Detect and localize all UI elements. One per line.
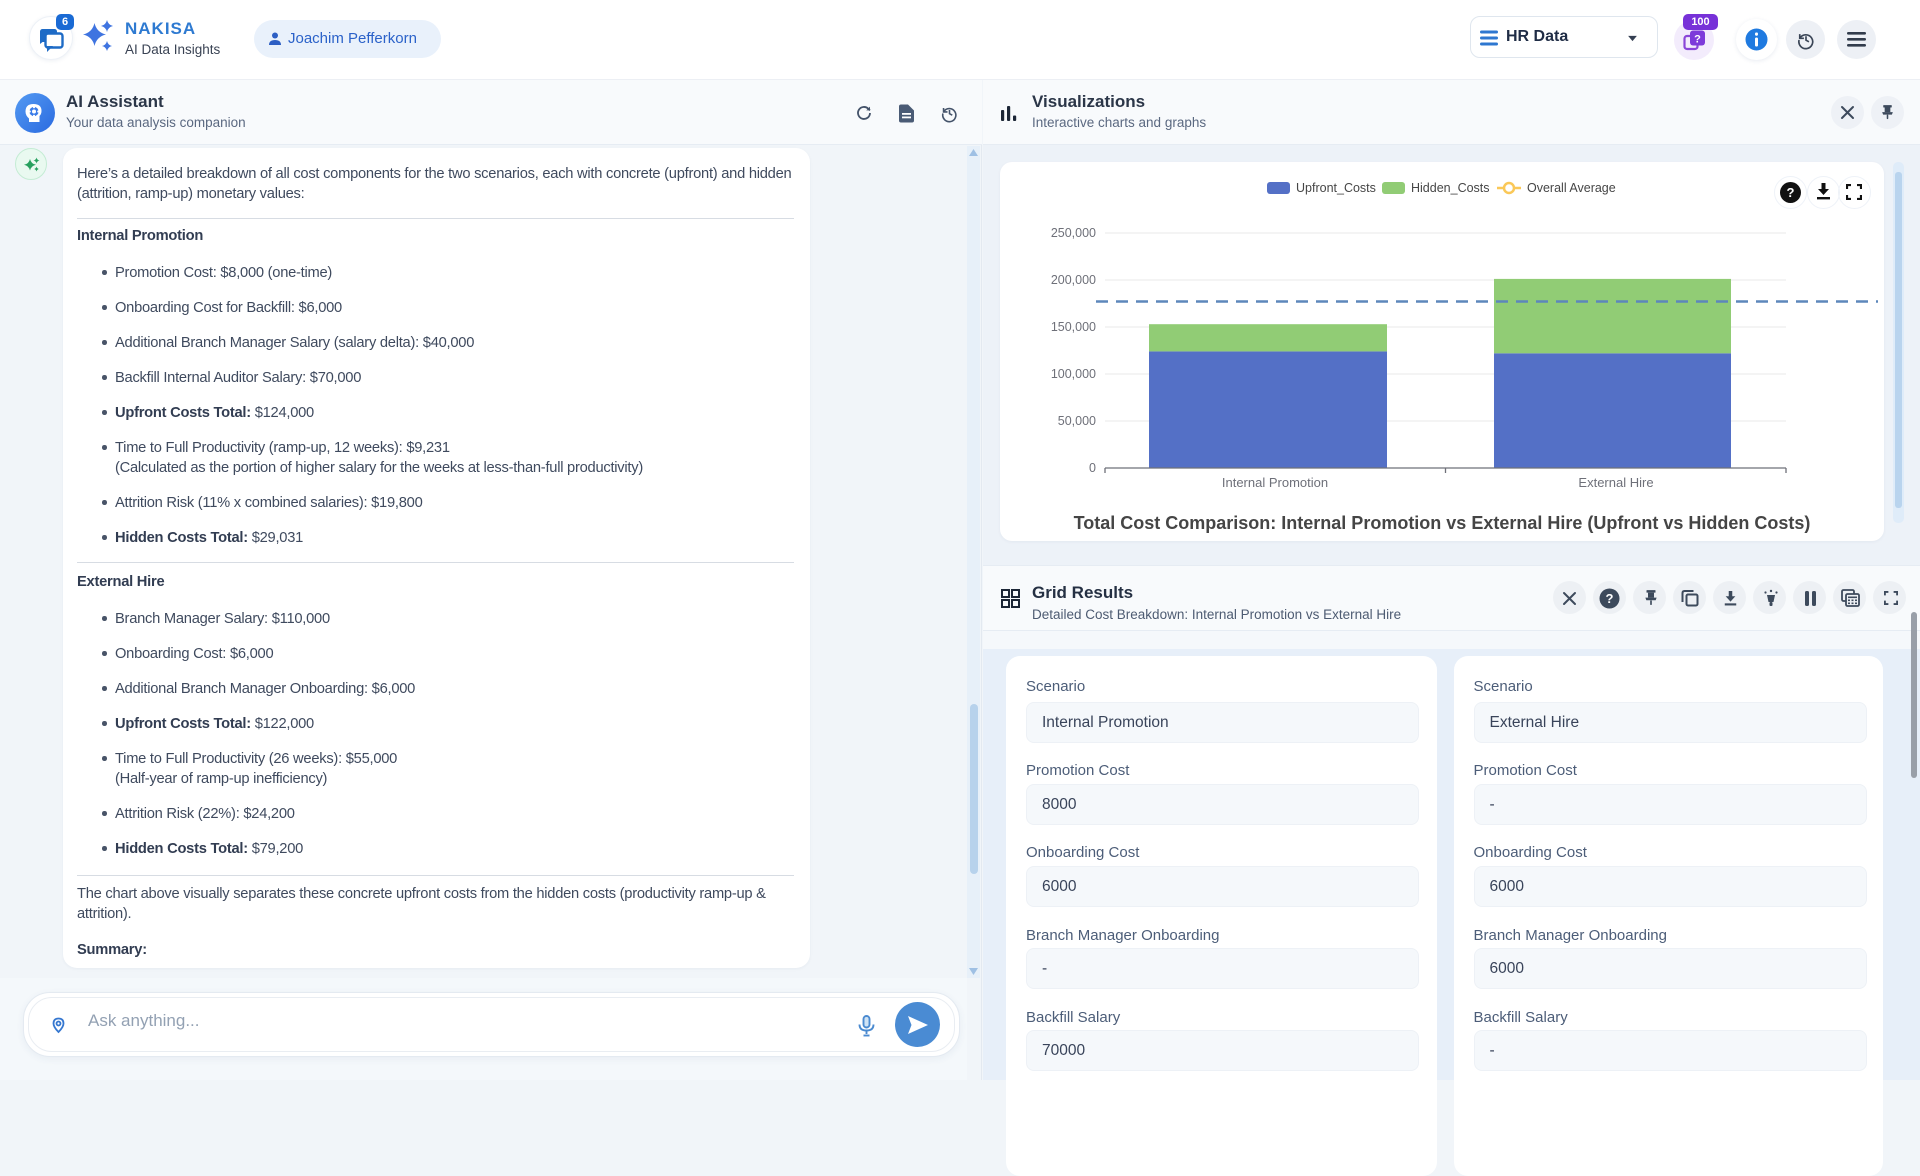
svg-text:100,000: 100,000 xyxy=(1051,367,1096,381)
svg-text:?: ? xyxy=(1694,34,1701,46)
svg-text:250,000: 250,000 xyxy=(1051,226,1096,240)
svg-text:External Hire: External Hire xyxy=(1578,475,1653,490)
svg-text:?: ? xyxy=(1787,185,1795,200)
svg-text:50,000: 50,000 xyxy=(1058,414,1096,428)
svg-text:Hidden_Costs: Hidden_Costs xyxy=(1411,181,1490,195)
svg-text:200,000: 200,000 xyxy=(1051,273,1096,287)
svg-text:Internal Promotion: Internal Promotion xyxy=(1222,475,1328,490)
svg-text:0: 0 xyxy=(1089,461,1096,475)
svg-text:?: ? xyxy=(1606,591,1614,606)
svg-text:Total Cost Comparison: Interna: Total Cost Comparison: Internal Promotio… xyxy=(1074,513,1811,533)
svg-text:150,000: 150,000 xyxy=(1051,320,1096,334)
svg-text:Upfront_Costs: Upfront_Costs xyxy=(1296,181,1376,195)
svg-text:Overall Average: Overall Average xyxy=(1527,181,1616,195)
